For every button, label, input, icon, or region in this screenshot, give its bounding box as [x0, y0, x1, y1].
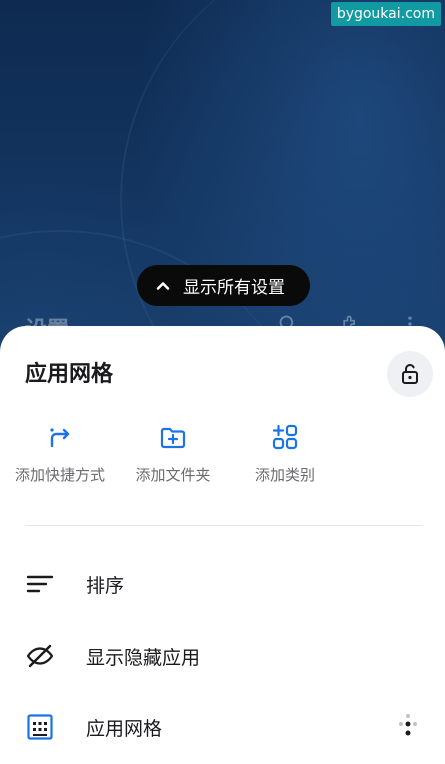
menu-item-show-hidden-apps[interactable]: 显示隐藏应用	[0, 626, 445, 686]
create-folder-icon	[160, 427, 186, 449]
show-all-settings-label: 显示所有设置	[183, 278, 285, 298]
lock-open-icon	[402, 364, 418, 384]
sort-icon	[26, 575, 54, 593]
shortcut-icon	[50, 428, 70, 448]
add-category-button[interactable]: 添加类别	[230, 424, 340, 488]
sheet-title: 应用网格	[25, 362, 114, 387]
add-folder-label: 添加文件夹	[135, 466, 211, 484]
add-category-label: 添加类别	[254, 466, 315, 484]
chevron-up-icon	[156, 281, 170, 290]
menu-item-label: 应用网格	[86, 717, 163, 740]
category-add-icon	[272, 424, 298, 450]
drag-handle-icon[interactable]	[396, 713, 420, 741]
app-grid-icon	[27, 714, 53, 740]
show-all-settings-button[interactable]: 显示所有设置	[137, 265, 310, 306]
divider	[25, 525, 423, 526]
add-shortcut-button[interactable]: 添加快捷方式	[5, 424, 115, 488]
lock-toggle-button[interactable]	[387, 351, 433, 397]
app-grid-bottom-sheet: 应用网格 添加快捷方式 添加文件夹 添加类别 排序 显示隐藏应用 应用网格	[0, 326, 445, 764]
menu-item-label: 排序	[86, 574, 125, 597]
visibility-off-icon	[26, 644, 54, 668]
add-shortcut-label: 添加快捷方式	[14, 466, 105, 484]
menu-item-label: 显示隐藏应用	[86, 646, 201, 669]
add-folder-button[interactable]: 添加文件夹	[118, 424, 228, 488]
watermark: bygoukai.com	[330, 2, 441, 26]
menu-item-sort[interactable]: 排序	[0, 554, 445, 614]
menu-item-app-grid[interactable]: 应用网格	[0, 697, 445, 757]
